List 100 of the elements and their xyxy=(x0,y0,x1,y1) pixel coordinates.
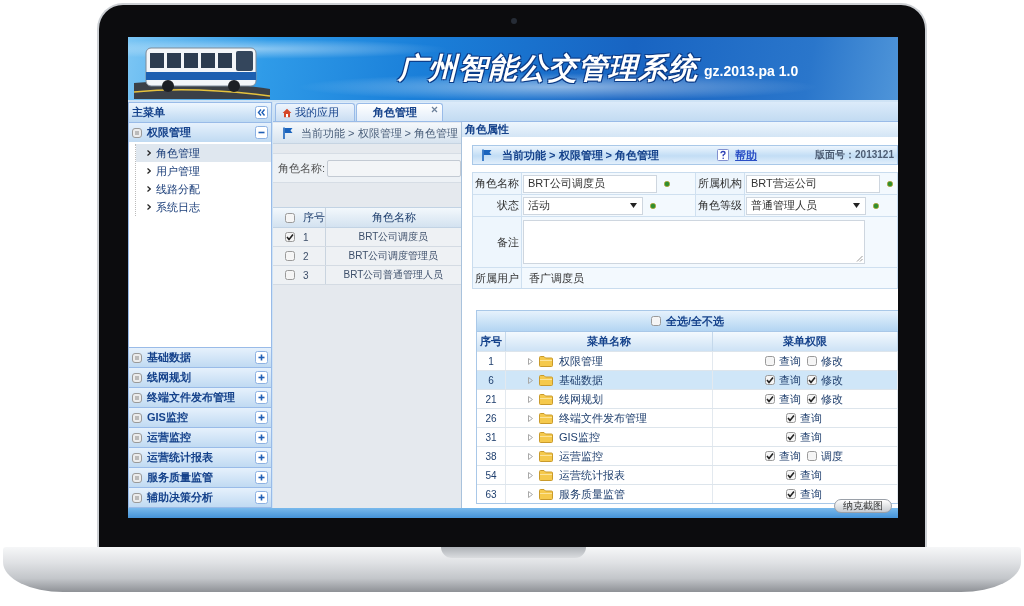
menu-item[interactable]: 系统日志 xyxy=(136,198,271,216)
checkbox[interactable] xyxy=(765,375,775,385)
permission-label: 查询 xyxy=(779,372,801,388)
field-label: 角色名称: xyxy=(278,160,326,176)
textarea-field[interactable] xyxy=(523,220,865,264)
table-row[interactable]: 6 基础数据 查询 修改 xyxy=(477,370,898,389)
table-cell: 54 xyxy=(485,469,497,481)
table-cell: 38 xyxy=(485,450,497,462)
checkbox[interactable] xyxy=(786,413,796,423)
version-label: 版面号：2013121 xyxy=(815,148,894,162)
help-icon[interactable] xyxy=(717,149,730,161)
chevron-icon xyxy=(147,186,151,192)
minus-icon[interactable] xyxy=(255,126,268,139)
caret-icon xyxy=(630,203,637,208)
folder-icon xyxy=(539,355,553,367)
section-icon xyxy=(132,472,142,483)
table-cell: 21 xyxy=(485,393,497,405)
breadcrumb-text: 当前功能 > 权限管理 > 角色管理 xyxy=(301,125,459,141)
accordion-header[interactable]: 运营统计报表 xyxy=(129,447,271,467)
section-icon xyxy=(132,492,142,503)
folder-icon xyxy=(539,431,553,443)
accordion-header[interactable]: 终端文件发布管理 xyxy=(129,387,271,407)
tab[interactable]: 我的应用 xyxy=(275,103,355,121)
chevron-icon xyxy=(147,168,151,174)
table-cell: 63 xyxy=(485,488,497,500)
plus-icon[interactable] xyxy=(255,451,268,464)
accordion-header[interactable]: 辅助决策分析 xyxy=(129,487,271,507)
menu-item[interactable]: 角色管理 xyxy=(136,144,271,162)
checkbox[interactable] xyxy=(807,451,817,461)
checkbox[interactable] xyxy=(285,270,295,280)
chevron-icon xyxy=(147,150,151,156)
accordion-header[interactable]: 权限管理 xyxy=(129,122,271,142)
table-cell: 26 xyxy=(485,412,497,424)
select-field[interactable]: 普通管理人员 xyxy=(746,196,866,215)
checkbox[interactable] xyxy=(807,394,817,404)
text-field[interactable]: BRT营运公司 xyxy=(746,174,880,193)
checkbox[interactable] xyxy=(285,232,295,242)
field-label: 备注 xyxy=(473,217,521,267)
plus-icon[interactable] xyxy=(255,471,268,484)
checkbox[interactable] xyxy=(285,212,295,223)
accordion-header[interactable]: 运营监控 xyxy=(129,427,271,447)
tab[interactable]: 角色管理 xyxy=(356,103,443,121)
panel-title: 角色属性 xyxy=(462,122,898,137)
accordion-header[interactable]: 服务质量监管 xyxy=(129,467,271,487)
capture-button[interactable]: 纳克截图 xyxy=(834,499,892,513)
menu-item[interactable]: 用户管理 xyxy=(136,162,271,180)
resize-grip-icon[interactable] xyxy=(856,255,863,262)
table-row[interactable]: 31 GIS监控 查询 xyxy=(477,427,898,446)
folder-icon xyxy=(539,412,553,424)
accordion-header[interactable]: GIS监控 xyxy=(129,407,271,427)
plus-icon[interactable] xyxy=(255,351,268,364)
table-row[interactable]: 26 终端文件发布管理 查询 xyxy=(477,408,898,427)
field-label: 所属机构 xyxy=(696,173,744,194)
text-field[interactable]: BRT公司调度员 xyxy=(523,174,657,193)
select-field[interactable]: 活动 xyxy=(523,196,643,215)
section-icon xyxy=(132,127,142,138)
section-icon xyxy=(132,392,142,403)
section-icon xyxy=(132,432,142,443)
search-field[interactable] xyxy=(327,159,461,177)
flag-icon xyxy=(482,149,492,161)
help-link[interactable]: 帮助 xyxy=(735,147,758,163)
close-icon[interactable] xyxy=(431,106,438,113)
table-cell: GIS监控 xyxy=(559,429,600,445)
camera-icon xyxy=(511,18,517,24)
table-cell: 31 xyxy=(485,431,497,443)
checkbox[interactable] xyxy=(765,356,775,366)
section-icon xyxy=(132,452,142,463)
checkbox[interactable] xyxy=(786,432,796,442)
checkbox[interactable] xyxy=(807,356,817,366)
folder-icon xyxy=(539,488,553,500)
table-row[interactable]: 21 线网规划 查询 修改 xyxy=(477,389,898,408)
table-row[interactable]: 54 运营统计报表 查询 xyxy=(477,465,898,484)
plus-icon[interactable] xyxy=(255,391,268,404)
plus-icon[interactable] xyxy=(255,431,268,444)
table-cell: 运营监控 xyxy=(559,448,603,464)
field-label: 状态 xyxy=(473,195,521,216)
table-cell: 服务质量监管 xyxy=(559,486,625,502)
checkbox[interactable] xyxy=(807,375,817,385)
plus-icon[interactable] xyxy=(255,371,268,384)
field-label: 所属用户 xyxy=(473,268,521,288)
checkbox[interactable] xyxy=(765,394,775,404)
checkbox[interactable] xyxy=(786,470,796,480)
plus-icon[interactable] xyxy=(255,491,268,504)
permission-label: 查询 xyxy=(800,410,822,426)
checkbox[interactable] xyxy=(650,316,661,326)
menu-item[interactable]: 线路分配 xyxy=(136,180,271,198)
checkbox[interactable] xyxy=(285,251,295,261)
table-row[interactable]: 38 运营监控 查询 调度 xyxy=(477,446,898,465)
permission-label: 修改 xyxy=(821,353,843,369)
column-header: 菜单权限 xyxy=(783,334,827,349)
table-row[interactable]: 1 权限管理 查询 修改 xyxy=(477,351,898,370)
checkbox[interactable] xyxy=(786,489,796,499)
accordion-header[interactable]: 线网规划 xyxy=(129,367,271,387)
plus-icon[interactable] xyxy=(255,411,268,424)
permission-label: 查询 xyxy=(779,448,801,464)
accordion-header[interactable]: 基础数据 xyxy=(129,347,271,367)
checkbox[interactable] xyxy=(765,451,775,461)
table-cell: BRT公司普通管理人员 xyxy=(343,268,444,282)
double-chevron-icon[interactable] xyxy=(255,106,268,119)
caret-icon xyxy=(853,203,860,208)
